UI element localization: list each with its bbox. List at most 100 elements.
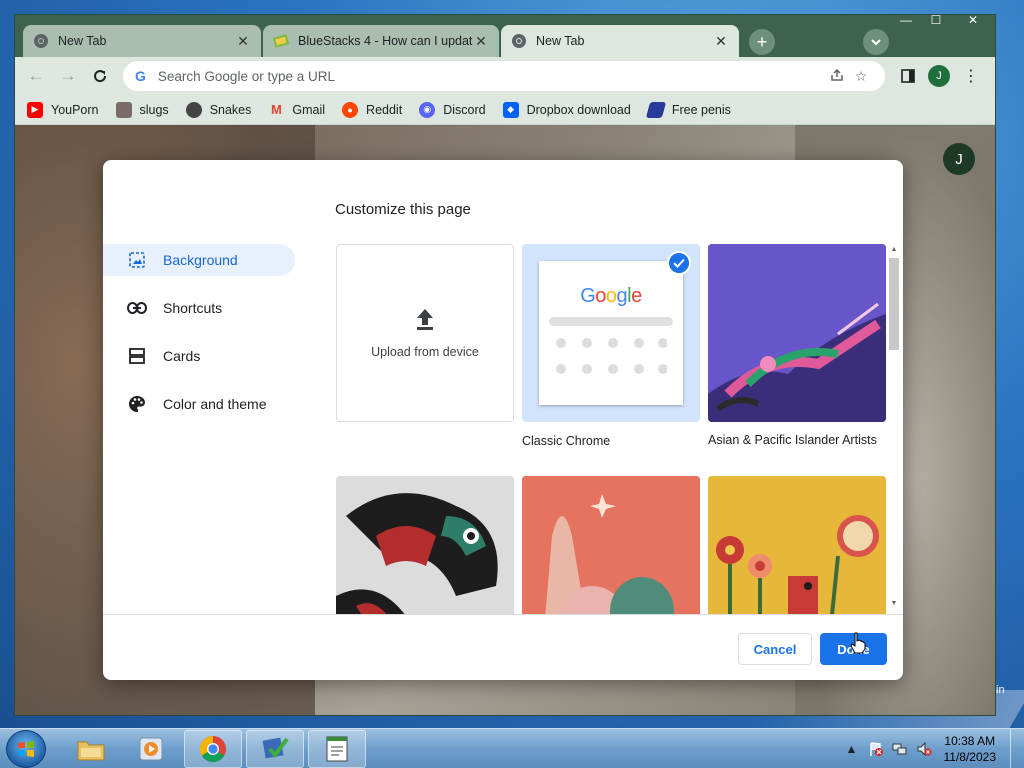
volume-muted-icon[interactable] — [914, 739, 934, 759]
tab-search-button[interactable] — [863, 29, 889, 55]
bookmark-item[interactable]: ● Reddit — [342, 101, 403, 118]
profile-button[interactable]: J — [928, 65, 950, 87]
sidebar-item-shortcuts[interactable]: Shortcuts — [103, 292, 295, 324]
dialog-footer: Cancel Done — [103, 614, 903, 680]
tab-close-icon[interactable]: ✕ — [473, 33, 489, 50]
customize-dialog: Customize this page Background Shortcuts… — [103, 160, 903, 680]
bookmark-label: Gmail — [292, 102, 326, 117]
bookmark-star-icon[interactable]: ☆ — [849, 68, 873, 85]
chevron-down-icon — [871, 39, 881, 46]
asian-pacific-islander-artists-tile[interactable] — [708, 244, 886, 422]
classic-preview: Google — [539, 261, 683, 405]
menu-button[interactable]: ⋮ — [960, 65, 982, 87]
tab-new-tab-1[interactable]: New Tab ✕ — [23, 25, 261, 57]
gmail-icon: M — [270, 102, 282, 117]
pen-icon — [645, 101, 666, 118]
selected-check-icon — [667, 251, 691, 275]
api-artists-label: Asian & Pacific Islander Artists — [708, 433, 877, 447]
bookmark-item[interactable]: Snakes — [185, 101, 251, 118]
bluestacks-icon — [272, 33, 290, 49]
image-icon — [127, 250, 147, 270]
formline-art-tile[interactable] — [336, 476, 514, 614]
sidebar-item-cards[interactable]: Cards — [103, 340, 295, 372]
artwork-image — [708, 244, 886, 422]
cancel-button[interactable]: Cancel — [738, 633, 812, 665]
tab-bluestacks[interactable]: BlueStacks 4 - How can I update ✕ — [263, 25, 499, 57]
bookmark-label: Dropbox download — [526, 102, 631, 117]
scrollbar-thumb[interactable] — [889, 258, 899, 350]
upload-label: Upload from device — [371, 345, 479, 359]
reddit-icon: ● — [342, 101, 359, 118]
taskbar-explorer[interactable] — [62, 730, 120, 768]
sidebar-item-label: Cards — [163, 348, 201, 364]
page-profile-avatar[interactable]: J — [943, 143, 975, 175]
side-panel-icon — [901, 69, 915, 83]
hand-cursor-icon — [850, 632, 866, 654]
bookmark-item[interactable]: M Gmail — [268, 102, 325, 118]
bookmark-item[interactable]: ◆ Dropbox download — [502, 101, 631, 118]
sidebar-item-background[interactable]: Background — [103, 244, 295, 276]
background-grid: Upload from device Google Classic Chrome… — [335, 244, 887, 614]
women-art-tile[interactable] — [522, 476, 700, 614]
profile-avatar: J — [928, 65, 950, 87]
omnibox-input[interactable] — [157, 68, 825, 84]
folder-icon — [77, 741, 105, 761]
bookmark-item[interactable]: slugs — [115, 101, 169, 118]
desktop-text: in — [996, 684, 1005, 696]
bookmark-item[interactable]: ▶ YouPorn — [27, 101, 99, 118]
cards-icon — [127, 346, 147, 366]
bookmark-label: slugs — [139, 102, 169, 117]
tray-expand-icon[interactable]: ▲ — [842, 739, 862, 759]
upload-from-device-tile[interactable]: Upload from device — [336, 244, 514, 422]
back-button[interactable]: ← — [25, 65, 47, 87]
sidebar-item-label: Color and theme — [163, 396, 267, 412]
scroll-down-icon[interactable]: ▼ — [889, 600, 899, 610]
customize-sidebar: Background Shortcuts Cards Color and the… — [103, 244, 303, 436]
side-panel-button[interactable] — [897, 65, 919, 87]
start-button[interactable] — [6, 730, 46, 768]
bluestacks-icon — [262, 737, 289, 759]
network-icon[interactable] — [890, 739, 910, 759]
chrome-icon — [199, 735, 226, 763]
tab-close-icon[interactable]: ✕ — [713, 33, 729, 50]
kebab-menu-icon: ⋮ — [963, 68, 979, 85]
bookmark-item[interactable]: Free penis — [645, 101, 731, 118]
bookmark-label: Free penis — [671, 102, 731, 117]
clock-date: 11/8/2023 — [943, 750, 997, 764]
youtube-icon: ▶ — [27, 101, 43, 118]
taskbar-bluestacks[interactable] — [246, 730, 304, 768]
classic-chrome-tile[interactable]: Google — [522, 244, 700, 422]
taskbar-media-player[interactable] — [122, 730, 180, 768]
show-desktop-button[interactable] — [1010, 729, 1024, 768]
taskbar-clock[interactable]: 10:38 AM 11/8/2023 — [936, 733, 1011, 765]
bookmark-label: Reddit — [366, 102, 403, 117]
taskbar-notepad[interactable] — [308, 730, 366, 768]
taskbar-chrome[interactable] — [184, 730, 242, 768]
sidebar-item-label: Background — [163, 252, 238, 268]
tab-new-tab-active[interactable]: New Tab ✕ — [501, 25, 739, 57]
bookmark-label: YouPorn — [51, 102, 99, 117]
discord-icon: ◉ — [419, 101, 436, 118]
media-player-icon — [139, 737, 163, 761]
browser-toolbar: ← → G ☆ J ⋮ — [15, 57, 995, 95]
reload-button[interactable] — [89, 65, 111, 87]
clock-time: 10:38 AM — [944, 734, 996, 748]
new-tab-button[interactable]: + — [749, 29, 775, 55]
shortcut-dots — [555, 337, 668, 380]
bookmark-item[interactable]: ◉ Discord — [419, 101, 486, 118]
windows-taskbar: ▲ 10:38 AM 11/8/2023 — [0, 728, 1024, 768]
google-logo: Google — [580, 285, 642, 307]
action-center-flag-icon[interactable] — [866, 739, 886, 759]
scroll-up-icon[interactable]: ▲ — [889, 246, 899, 256]
flowers-art-tile[interactable] — [708, 476, 886, 614]
tab-title: New Tab — [58, 34, 107, 48]
tab-close-icon[interactable]: ✕ — [235, 33, 251, 50]
share-icon[interactable] — [825, 68, 849, 85]
sidebar-item-color-and-theme[interactable]: Color and theme — [103, 388, 295, 420]
forward-button[interactable]: → — [57, 65, 79, 87]
grid-scrollbar[interactable]: ▲ ▼ — [887, 244, 899, 614]
system-tray: ▲ 10:38 AM 11/8/2023 — [840, 729, 1024, 768]
omnibox[interactable]: G ☆ — [123, 61, 885, 91]
notepad-icon — [326, 736, 348, 762]
palette-icon — [127, 394, 147, 414]
